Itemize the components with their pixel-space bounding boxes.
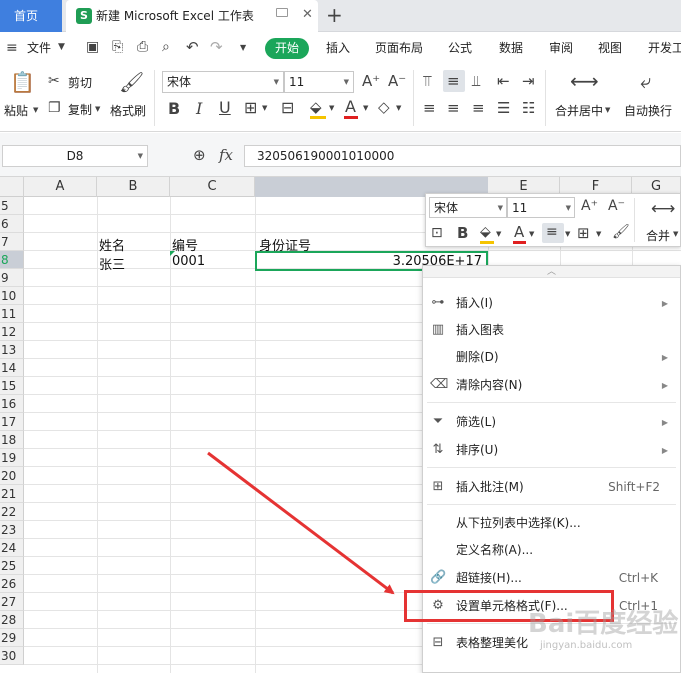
arrow-line — [207, 451, 395, 595]
watermark-url: jingyan.baidu.com — [540, 640, 633, 651]
red-arrow-annotation — [207, 451, 395, 595]
watermark-logo: Bai百度经验 — [528, 609, 679, 639]
